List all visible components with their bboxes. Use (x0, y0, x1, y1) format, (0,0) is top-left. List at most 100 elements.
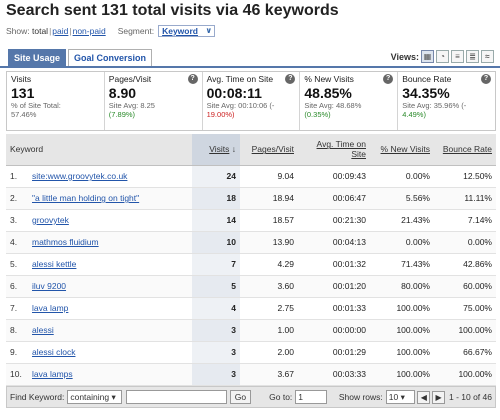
stat-change: 19.00%) (206, 110, 235, 119)
new-visits-cell: 71.43% (370, 253, 434, 276)
find-keyword-input[interactable] (126, 390, 227, 404)
table-row: 5. alessi kettle 7 4.29 00:01:32 71.43% … (6, 253, 496, 276)
table-header-row: Keyword Visits ↓ Pages/Visit Avg. Time o… (6, 134, 496, 166)
keyword-link[interactable]: "a little man holding on tight" (32, 193, 139, 203)
table-row: 2. "a little man holding on tight" 18 18… (6, 187, 496, 210)
show-rows-value: 10 (388, 392, 399, 402)
col-new-visits[interactable]: % New Visits (370, 134, 434, 166)
stat-value: 00:08:11 (206, 85, 262, 101)
bounce-cell: 42.86% (434, 253, 496, 276)
pages-cell: 18.94 (240, 187, 298, 210)
keyword-link[interactable]: lava lamp (32, 303, 68, 313)
keyword-cell: iluv 9200 (28, 275, 192, 298)
row-index: 10. (6, 363, 28, 386)
keyword-cell: alessi kettle (28, 253, 192, 276)
show-filter-bar: Show: total | paid | non-paid Segment: K… (6, 25, 215, 37)
help-icon[interactable]: ? (480, 74, 491, 84)
sort-down-icon: ↓ (231, 144, 236, 155)
views-label: Views: (390, 51, 419, 62)
bounce-cell: 11.11% (434, 187, 496, 210)
segment-dropdown[interactable]: Keyword ∨ (158, 25, 215, 37)
keyword-link[interactable]: mathmos fluidium (32, 237, 99, 247)
keyword-link[interactable]: alessi (32, 325, 54, 335)
col-avg-time[interactable]: Avg. Time on Site (298, 134, 370, 166)
help-icon[interactable]: ? (187, 74, 198, 84)
visits-cell: 3 (192, 319, 240, 342)
keyword-link[interactable]: iluv 9200 (32, 281, 66, 291)
stat-visits: Visits 131 % of Site Total: 57.46% (7, 72, 105, 130)
stat-label: % New Visits (304, 74, 354, 84)
col-label: Avg. Time on Site (316, 139, 366, 160)
col-label: Bounce Rate (442, 144, 492, 155)
stat-change: (7.89%) (108, 110, 136, 119)
visits-cell: 4 (192, 297, 240, 320)
percentage-view-icon[interactable]: ◔ (436, 50, 449, 63)
match-type-select[interactable]: containing ▾ (67, 390, 123, 404)
keyword-cell: lava lamp (28, 297, 192, 320)
stat-sub: Site Avg: 8.25 (108, 101, 155, 110)
row-index: 1. (6, 165, 28, 188)
bounce-cell: 7.14% (434, 209, 496, 232)
prev-page-icon[interactable]: ◀ (417, 390, 431, 404)
row-index: 5. (6, 253, 28, 276)
stat-sub: % of Site Total: (11, 101, 61, 110)
keyword-link[interactable]: site:www.groovytek.co.uk (32, 171, 127, 181)
col-bounce-rate[interactable]: Bounce Rate (434, 134, 496, 166)
col-pages-per-visit[interactable]: Pages/Visit (240, 134, 298, 166)
stat-label: Avg. Time on Site (206, 74, 274, 84)
new-visits-cell: 100.00% (370, 297, 434, 320)
pages-cell: 9.04 (240, 165, 298, 188)
row-index: 2. (6, 187, 28, 210)
col-label: % New Visits (380, 144, 430, 155)
table-footer: Find Keyword: containing ▾ Go Go to: 1 S… (6, 386, 496, 408)
keyword-link[interactable]: lava lamps (32, 369, 73, 379)
tab-site-usage[interactable]: Site Usage (8, 49, 67, 66)
time-cell: 00:21:30 (298, 209, 370, 232)
go-button[interactable]: Go (229, 390, 252, 404)
comparison-view-icon[interactable]: ≣ (466, 50, 479, 63)
stat-sub-2: 57.46% (11, 110, 37, 119)
performance-view-icon[interactable]: ≡ (451, 50, 464, 63)
stat-value: 8.90 (108, 85, 137, 101)
bounce-cell: 12.50% (434, 165, 496, 188)
new-visits-cell: 21.43% (370, 209, 434, 232)
stat-change: 4.49%) (402, 110, 426, 119)
keyword-link[interactable]: groovytek (32, 215, 69, 225)
col-visits[interactable]: Visits ↓ (192, 134, 240, 166)
stat-pages-per-visit: Pages/Visit 8.90 Site Avg: 8.25 (7.89%) … (105, 72, 203, 130)
table-view-icon[interactable]: ▦ (421, 50, 434, 63)
table-row: 10. lava lamps 3 3.67 00:03:33 100.00% 1… (6, 363, 496, 386)
row-index: 6. (6, 275, 28, 298)
show-total[interactable]: total (32, 26, 48, 36)
summary-stats: Visits 131 % of Site Total: 57.46% Pages… (6, 71, 496, 131)
stat-sub: Site Avg: 35.96% (- (402, 101, 467, 110)
goto-input[interactable]: 1 (295, 390, 327, 404)
tab-underline (0, 66, 500, 68)
show-rows-label: Show rows: (338, 392, 383, 402)
stat-bounce-rate: Bounce Rate 34.35% Site Avg: 35.96% (- 4… (398, 72, 495, 130)
row-index: 7. (6, 297, 28, 320)
show-paid-link[interactable]: paid (52, 26, 68, 36)
show-non-paid-link[interactable]: non-paid (73, 26, 106, 36)
page-range: 1 - 10 of 46 (448, 392, 492, 402)
next-page-icon[interactable]: ▶ (432, 390, 445, 404)
keyword-cell: site:www.groovytek.co.uk (28, 165, 192, 188)
goto-label: Go to: (269, 392, 293, 402)
row-index: 3. (6, 209, 28, 232)
visits-cell: 24 (192, 165, 240, 188)
time-cell: 00:01:29 (298, 341, 370, 364)
table-row: 4. mathmos fluidium 10 13.90 00:04:13 0.… (6, 231, 496, 254)
pages-cell: 18.57 (240, 209, 298, 232)
visits-cell: 3 (192, 341, 240, 364)
segment-label: Segment: (117, 26, 155, 36)
tab-goal-conversion[interactable]: Goal Conversion (68, 49, 153, 66)
divider: | (49, 26, 52, 36)
pivot-view-icon[interactable]: ≈ (481, 50, 494, 63)
show-rows-select[interactable]: 10 ▾ (385, 390, 416, 404)
pages-cell: 3.60 (240, 275, 298, 298)
table-row: 8. alessi 3 1.00 00:00:00 100.00% 100.00… (6, 319, 496, 342)
keyword-link[interactable]: alessi kettle (32, 259, 76, 269)
row-index: 9. (6, 341, 28, 364)
keyword-link[interactable]: alessi clock (32, 347, 75, 357)
pages-cell: 2.75 (240, 297, 298, 320)
